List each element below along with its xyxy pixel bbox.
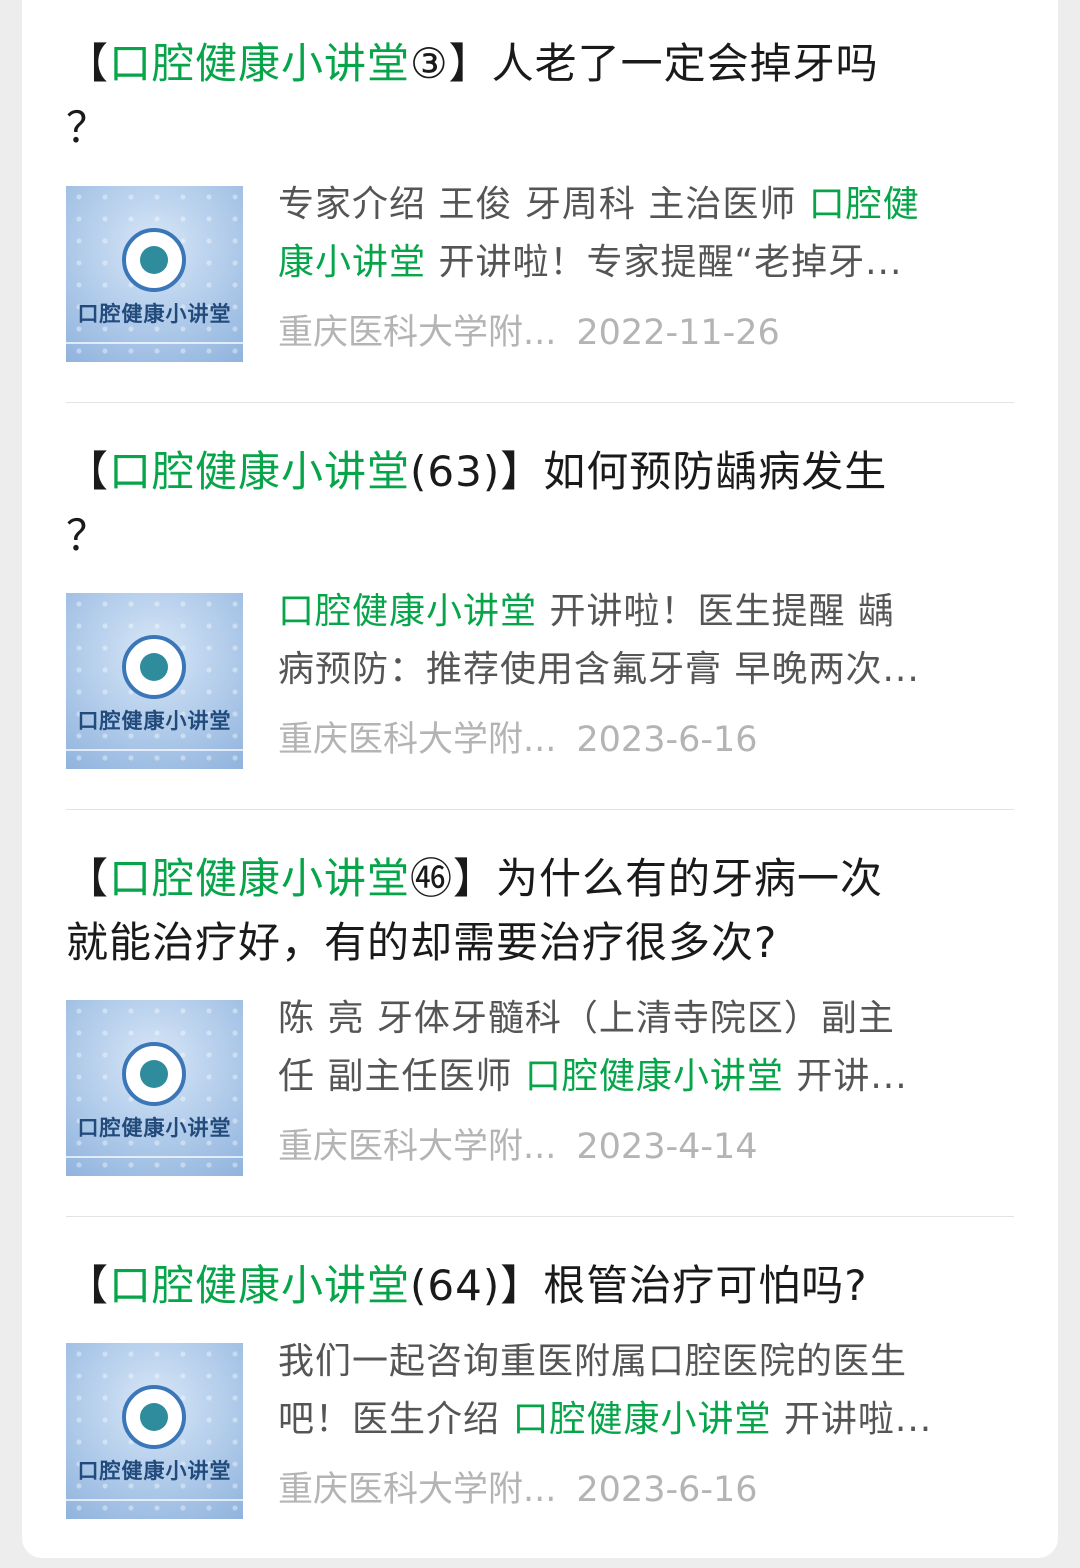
desc-text: 病预防：推荐使用含氟牙膏 早晚两次... xyxy=(278,649,920,690)
desc-text: 我们一起咨询重医附属口腔医院的医生 xyxy=(278,1341,908,1382)
article-date: 2023-6-16 xyxy=(576,1470,758,1510)
article-thumbnail[interactable]: 口腔健康小讲堂 xyxy=(66,1343,243,1519)
title-bracket: 【 xyxy=(66,1261,110,1310)
article-thumbnail[interactable]: 口腔健康小讲堂 xyxy=(66,186,243,362)
desc-text: 吧！医生介绍 xyxy=(278,1399,513,1440)
article-meta: 重庆医科大学附... 2023-6-16 xyxy=(278,1465,758,1515)
article-source: 重庆医科大学附... xyxy=(278,313,557,353)
thumbnail-label: 口腔健康小讲堂 xyxy=(77,708,232,733)
desc-keyword: 口腔健 xyxy=(808,184,920,225)
article-title[interactable]: 【口腔健康小讲堂㊻】为什么有的牙病一次就能治疗好，有的却需要治疗很多次? xyxy=(66,847,1014,975)
article-title[interactable]: 【口腔健康小讲堂(64)】根管治疗可怕吗? xyxy=(66,1254,1014,1318)
article-item[interactable]: 【口腔健康小讲堂㊻】为什么有的牙病一次 就能治疗好，有的却需要治疗很多次? 口腔健… xyxy=(66,847,1014,1176)
article-description: 我们一起咨询重医附属口腔医院的医生 吧！医生介绍 口腔健康小讲堂 开讲啦... xyxy=(278,1333,1008,1449)
title-text-line2: ？ xyxy=(66,511,110,560)
article-item[interactable]: 【口腔健康小讲堂(64)】根管治疗可怕吗? 口腔健康小讲堂 我们一起咨询重医附属… xyxy=(66,1254,1014,1519)
article-source: 重庆医科大学附... xyxy=(278,1470,557,1510)
desc-keyword: 康小讲堂 xyxy=(278,242,427,283)
desc-text: 任 副主任医师 xyxy=(278,1056,525,1097)
article-summary-row[interactable]: 口腔健康小讲堂 陈 亮 牙体牙髓科（上清寺院区）副主 任 副主任医师 口腔健康小… xyxy=(66,998,1014,1176)
title-text: ㊻】为什么有的牙病一次 xyxy=(410,854,884,903)
article-thumbnail[interactable]: 口腔健康小讲堂 xyxy=(66,593,243,769)
article-item[interactable]: 【口腔健康小讲堂③】人老了一定会掉牙吗？ 口腔健康小讲堂 专家介绍 王俊 牙周科… xyxy=(66,32,1014,362)
divider xyxy=(66,402,1014,403)
title-keyword: 口腔健康小讲堂 xyxy=(109,447,411,496)
thumbnail-label: 口腔健康小讲堂 xyxy=(77,1115,232,1140)
desc-keyword: 口腔健康小讲堂 xyxy=(512,1399,772,1440)
article-title[interactable]: 【口腔健康小讲堂③】人老了一定会掉牙吗 ？ xyxy=(66,32,1014,160)
title-bracket: 【 xyxy=(66,447,110,496)
article-date: 2023-6-16 xyxy=(576,720,758,760)
desc-text: 开讲啦... xyxy=(771,1399,933,1440)
title-bracket: 【 xyxy=(66,39,110,88)
article-meta: 重庆医科大学附... 2022-11-26 xyxy=(278,308,780,358)
title-text-line2: 就能治疗好，有的却需要治疗很多次? xyxy=(66,918,778,967)
title-text: (63)】如何预防龋病发生 xyxy=(410,447,888,496)
thumbnail-label: 口腔健康小讲堂 xyxy=(77,301,232,326)
desc-text: 专家介绍 王俊 牙周科 主治医师 xyxy=(278,184,809,225)
desc-text: 开讲啦！医生提醒 龋 xyxy=(537,591,895,632)
article-summary-row[interactable]: 口腔健康小讲堂 专家介绍 王俊 牙周科 主治医师 口腔健 康小讲堂 开讲啦！专家… xyxy=(66,184,1014,362)
article-source: 重庆医科大学附... xyxy=(278,1127,557,1167)
title-text: ③】人老了一定会掉牙吗 xyxy=(410,39,879,88)
article-thumbnail[interactable]: 口腔健康小讲堂 xyxy=(66,1000,243,1176)
article-title[interactable]: 【口腔健康小讲堂(63)】如何预防龋病发生 ？ xyxy=(66,440,1014,568)
article-summary-row[interactable]: 口腔健康小讲堂 口腔健康小讲堂 开讲啦！医生提醒 龋 病预防：推荐使用含氟牙膏 … xyxy=(66,591,1014,769)
article-summary-row[interactable]: 口腔健康小讲堂 我们一起咨询重医附属口腔医院的医生 吧！医生介绍 口腔健康小讲堂… xyxy=(66,1341,1014,1519)
article-description: 陈 亮 牙体牙髓科（上清寺院区）副主 任 副主任医师 口腔健康小讲堂 开讲... xyxy=(278,990,1008,1106)
hospital-logo-icon xyxy=(122,1042,186,1106)
article-date: 2023-4-14 xyxy=(576,1127,758,1167)
article-item[interactable]: 【口腔健康小讲堂(63)】如何预防龋病发生？ 口腔健康小讲堂 口腔健康小讲堂 开… xyxy=(66,440,1014,769)
title-bracket: 【 xyxy=(66,854,110,903)
article-description: 口腔健康小讲堂 开讲啦！医生提醒 龋 病预防：推荐使用含氟牙膏 早晚两次... xyxy=(278,583,1008,699)
hospital-logo-icon xyxy=(122,1385,186,1449)
desc-keyword: 口腔健康小讲堂 xyxy=(278,591,538,632)
title-text-line2: ？ xyxy=(66,103,110,152)
article-date: 2022-11-26 xyxy=(576,313,780,353)
article-description: 专家介绍 王俊 牙周科 主治医师 口腔健 康小讲堂 开讲啦！专家提醒“老掉牙..… xyxy=(278,176,1008,292)
thumbnail-label: 口腔健康小讲堂 xyxy=(77,1458,232,1483)
title-keyword: 口腔健康小讲堂 xyxy=(109,1261,411,1310)
hospital-logo-icon xyxy=(122,635,186,699)
divider xyxy=(66,809,1014,810)
article-meta: 重庆医科大学附... 2023-4-14 xyxy=(278,1122,758,1172)
divider xyxy=(66,1216,1014,1217)
desc-text: 陈 亮 牙体牙髓科（上清寺院区）副主 xyxy=(278,998,895,1039)
desc-keyword: 口腔健康小讲堂 xyxy=(524,1056,784,1097)
title-text: (64)】根管治疗可怕吗? xyxy=(410,1261,868,1310)
article-source: 重庆医科大学附... xyxy=(278,720,557,760)
article-meta: 重庆医科大学附... 2023-6-16 xyxy=(278,715,758,765)
desc-text: 开讲... xyxy=(783,1056,908,1097)
hospital-logo-icon xyxy=(122,228,186,292)
desc-text: 开讲啦！专家提醒“老掉牙... xyxy=(426,242,903,283)
title-keyword: 口腔健康小讲堂 xyxy=(109,854,411,903)
title-keyword: 口腔健康小讲堂 xyxy=(109,39,411,88)
